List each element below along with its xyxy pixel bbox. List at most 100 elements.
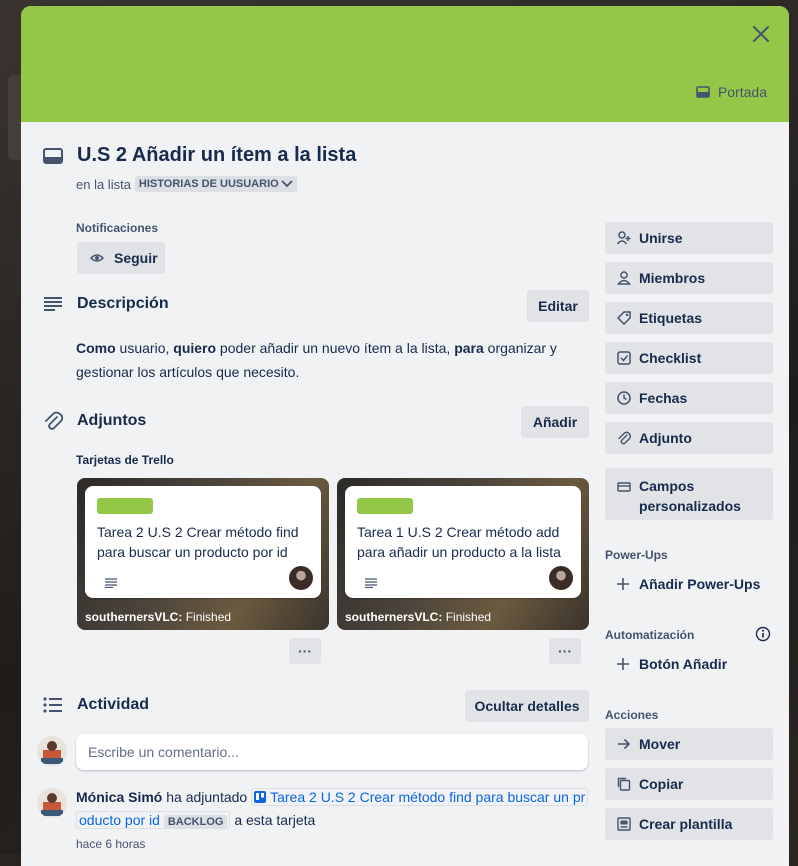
- activity-user-name[interactable]: Mónica Simó: [76, 789, 162, 805]
- list-selector[interactable]: HISTORIAS DE UUSUARIO: [134, 176, 297, 192]
- attached-card-name: Tarea 2 U.S 2 Crear método find para bus…: [97, 524, 299, 560]
- edit-description-button[interactable]: Editar: [527, 290, 589, 322]
- attachment-2-more-button[interactable]: ···: [549, 638, 581, 664]
- clock-icon: [617, 391, 631, 405]
- copy-button[interactable]: Copiar: [605, 768, 773, 800]
- activity-entry: Mónica Simó ha adjuntado Tarea 2 U.S 2 C…: [76, 786, 596, 854]
- desc-part: usuario,: [115, 340, 174, 356]
- attachment-1-more-button[interactable]: ···: [289, 638, 321, 664]
- powerups-heading: Power-Ups: [605, 548, 668, 562]
- board-name: southernersVLC:: [345, 610, 443, 624]
- board-name: southernersVLC:: [85, 610, 183, 624]
- close-icon: [753, 26, 769, 42]
- comment-placeholder: Escribe un comentario...: [88, 744, 239, 760]
- add-attachment-button[interactable]: Añadir: [521, 406, 589, 438]
- member-avatar: [289, 566, 313, 590]
- desc-part-para: para: [454, 340, 484, 356]
- card-label-green: [357, 498, 413, 514]
- description-text[interactable]: Como usuario, quiero poder añadir un nue…: [76, 336, 566, 384]
- description-header: Descripción: [43, 295, 169, 313]
- activity-user-avatar[interactable]: [37, 788, 67, 818]
- add-powerups-button[interactable]: Añadir Power-Ups: [605, 568, 773, 600]
- card-detail-modal: Portada U.S 2 Añadir un ítem a la lista …: [21, 6, 789, 866]
- description-badge-icon: [365, 578, 377, 588]
- paperclip-icon: [618, 431, 631, 445]
- in-list-line: en la lista HISTORIAS DE UUSUARIO: [76, 176, 297, 192]
- trello-icon: [254, 791, 267, 803]
- attachment-link[interactable]: Tarea 2 U.S 2 Crear método find para bus…: [251, 788, 589, 806]
- edit-label: Editar: [538, 298, 578, 314]
- plus-icon: [617, 658, 629, 670]
- cover-button[interactable]: Portada: [696, 84, 767, 100]
- card-label-green: [97, 498, 153, 514]
- activity-title: Actividad: [77, 696, 150, 713]
- checklist-button[interactable]: Checklist: [605, 342, 773, 374]
- current-user-avatar[interactable]: [37, 736, 67, 766]
- comment-input[interactable]: Escribe un comentario...: [76, 734, 588, 770]
- join-button[interactable]: Unirse: [605, 222, 773, 254]
- template-icon: [617, 817, 631, 831]
- members-button[interactable]: Miembros: [605, 262, 773, 294]
- labels-button[interactable]: Etiquetas: [605, 302, 773, 334]
- attached-card-front: Tarea 2 U.S 2 Crear método find para bus…: [85, 486, 321, 598]
- attachment-link-text: oducto por id: [79, 812, 160, 828]
- activity-header: Actividad: [43, 696, 149, 714]
- dates-button[interactable]: Fechas: [605, 382, 773, 414]
- attachment-link-text: Tarea 2 U.S 2 Crear método find para bus…: [270, 789, 586, 805]
- add-button-label: Botón Añadir: [639, 656, 728, 672]
- description-title: Descripción: [77, 295, 169, 312]
- card-icon: [43, 147, 63, 164]
- card-title-row: U.S 2 Añadir un ítem a la lista: [43, 144, 356, 167]
- make-template-button[interactable]: Crear plantilla: [605, 808, 773, 840]
- checkbox-icon: [617, 351, 631, 365]
- dates-label: Fechas: [639, 390, 688, 406]
- cover-label: Portada: [717, 84, 767, 100]
- attachments-title: Adjuntos: [77, 412, 147, 429]
- description-icon: [44, 297, 62, 311]
- attached-card-location: southernersVLC: Finished: [85, 610, 231, 624]
- desc-part-quiero: quiero: [173, 340, 217, 356]
- activity-time[interactable]: hace 6 horas: [76, 834, 596, 854]
- add-attachment-label: Añadir: [532, 414, 578, 430]
- chevron-down-icon: [281, 180, 293, 188]
- card-title[interactable]: U.S 2 Añadir un ítem a la lista: [77, 144, 356, 167]
- attached-card-1[interactable]: Tarea 2 U.S 2 Crear método find para bus…: [77, 478, 329, 630]
- automation-heading: Automatización: [605, 628, 695, 642]
- activity-icon: [43, 697, 62, 713]
- follow-button[interactable]: Seguir: [77, 242, 165, 274]
- hide-details-button[interactable]: Ocultar detalles: [465, 690, 589, 722]
- tag-icon: [617, 311, 631, 325]
- custom-fields-button[interactable]: Campos personalizados: [605, 468, 773, 520]
- desc-part: poder añadir un nuevo ítem a la lista,: [216, 340, 455, 356]
- description-badge-icon: [105, 578, 117, 588]
- copy-label: Copiar: [639, 776, 684, 792]
- arrow-right-icon: [618, 738, 631, 750]
- member-avatar: [549, 566, 573, 590]
- close-button[interactable]: [747, 20, 775, 48]
- attachment-button[interactable]: Adjunto: [605, 422, 773, 454]
- activity-suffix: a esta tarjeta: [234, 812, 316, 828]
- members-label: Miembros: [639, 270, 706, 286]
- attached-card-name: Tarea 1 U.S 2 Crear método add para añad…: [357, 524, 561, 560]
- trello-cards-subheading: Tarjetas de Trello: [76, 453, 174, 467]
- info-icon[interactable]: [755, 626, 771, 642]
- backlog-badge: BACKLOG: [163, 815, 228, 829]
- hide-details-label: Ocultar detalles: [474, 698, 580, 714]
- attachments-header: Adjuntos: [43, 411, 146, 431]
- attached-card-2[interactable]: Tarea 1 U.S 2 Crear método add para añad…: [337, 478, 589, 630]
- actions-heading: Acciones: [605, 708, 659, 722]
- join-label: Unirse: [639, 230, 683, 246]
- in-list-prefix: en la lista: [76, 176, 131, 192]
- notifications-label: Notificaciones: [76, 221, 159, 235]
- copy-icon: [617, 777, 631, 791]
- add-button-button[interactable]: Botón Añadir: [605, 648, 773, 680]
- move-button[interactable]: Mover: [605, 728, 773, 760]
- attachment-link-continued[interactable]: oducto por id BACKLOG: [76, 811, 231, 829]
- make-template-label: Crear plantilla: [639, 816, 733, 832]
- custom-fields-icon: [617, 482, 631, 492]
- follow-label: Seguir: [114, 250, 158, 266]
- list-name: Finished: [185, 610, 232, 624]
- plus-icon: [617, 578, 629, 590]
- move-label: Mover: [639, 736, 681, 752]
- card-cover: Portada: [21, 6, 789, 122]
